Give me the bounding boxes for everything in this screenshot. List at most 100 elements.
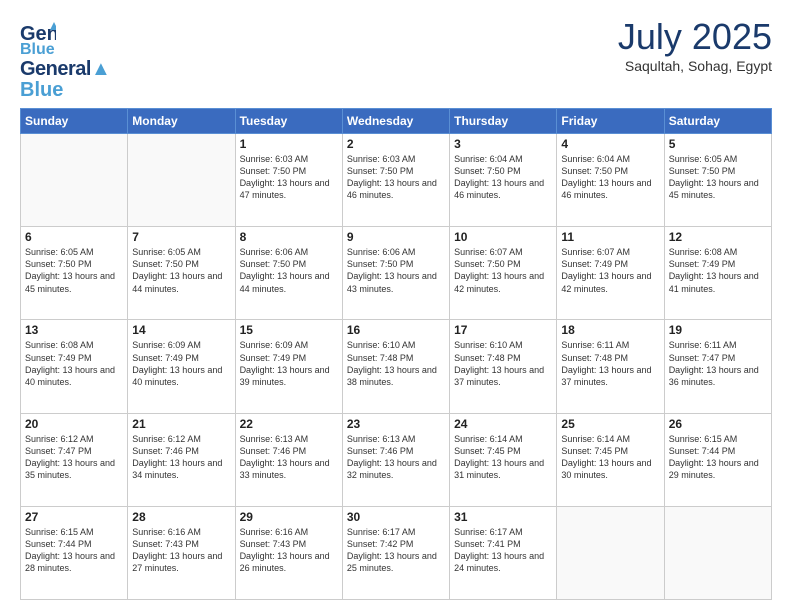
calendar-cell: 16Sunrise: 6:10 AM Sunset: 7:48 PM Dayli… <box>342 320 449 413</box>
day-info: Sunrise: 6:11 AM Sunset: 7:48 PM Dayligh… <box>561 339 659 388</box>
calendar-cell: 31 Sunrise: 6:17 AM Sunset: 7:41 PM Dayli… <box>450 506 557 599</box>
calendar-cell: 14 Sunrise: 6:09 AM Sunset: 7:49 PM Dayli… <box>128 320 235 413</box>
day-number: 31 <box>454 510 552 524</box>
calendar-cell: 18Sunrise: 6:11 AM Sunset: 7:48 PM Dayli… <box>557 320 664 413</box>
day-info: Sunrise: 6:08 AM Sunset: 7:49 PM Dayligh… <box>669 246 767 295</box>
day-number: 12 <box>669 230 767 244</box>
calendar-cell: 22 Sunrise: 6:13 AM Sunset: 7:46 PM Dayli… <box>235 413 342 506</box>
day-info: Sunrise: 6:04 AM Sunset: 7:50 PM Dayligh… <box>454 153 552 202</box>
header: General Blue General▲ Blue July 2025 Saq… <box>20 16 772 100</box>
month-title: July 2025 <box>618 16 772 58</box>
day-number: 13 <box>25 323 123 337</box>
calendar-cell <box>664 506 771 599</box>
day-number: 17 <box>454 323 552 337</box>
day-number: 23 <box>347 417 445 431</box>
day-info: Sunrise: 6:03 AM Sunset: 7:50 PM Dayligh… <box>240 153 338 202</box>
calendar-cell: 19 Sunrise: 6:11 AM Sunset: 7:47 PM Dayli… <box>664 320 771 413</box>
day-header-tuesday: Tuesday <box>235 109 342 134</box>
calendar-cell: 8Sunrise: 6:06 AM Sunset: 7:50 PM Daylig… <box>235 227 342 320</box>
day-info: Sunrise: 6:17 AM Sunset: 7:41 PM Dayligh… <box>454 526 552 575</box>
calendar-cell: 11Sunrise: 6:07 AM Sunset: 7:49 PM Dayli… <box>557 227 664 320</box>
day-number: 1 <box>240 137 338 151</box>
logo-icon: General Blue <box>20 20 56 56</box>
calendar-cell: 9Sunrise: 6:06 AM Sunset: 7:50 PM Daylig… <box>342 227 449 320</box>
calendar-cell: 15 Sunrise: 6:09 AM Sunset: 7:49 PM Dayli… <box>235 320 342 413</box>
calendar-week-row: 6Sunrise: 6:05 AM Sunset: 7:50 PM Daylig… <box>21 227 772 320</box>
calendar-cell: 4Sunrise: 6:04 AM Sunset: 7:50 PM Daylig… <box>557 134 664 227</box>
calendar-cell: 5 Sunrise: 6:05 AM Sunset: 7:50 PM Daylig… <box>664 134 771 227</box>
calendar-cell: 24 Sunrise: 6:14 AM Sunset: 7:45 PM Dayli… <box>450 413 557 506</box>
title-block: July 2025 Saqultah, Sohag, Egypt <box>618 16 772 74</box>
day-number: 27 <box>25 510 123 524</box>
day-info: Sunrise: 6:13 AM Sunset: 7:46 PM Dayligh… <box>347 433 445 482</box>
calendar-cell: 29Sunrise: 6:16 AM Sunset: 7:43 PM Dayli… <box>235 506 342 599</box>
day-header-saturday: Saturday <box>664 109 771 134</box>
day-info: Sunrise: 6:15 AM Sunset: 7:44 PM Dayligh… <box>669 433 767 482</box>
day-number: 5 <box>669 137 767 151</box>
day-info: Sunrise: 6:10 AM Sunset: 7:48 PM Dayligh… <box>454 339 552 388</box>
day-number: 14 <box>132 323 230 337</box>
day-info: Sunrise: 6:09 AM Sunset: 7:49 PM Dayligh… <box>240 339 338 388</box>
calendar-cell: 12 Sunrise: 6:08 AM Sunset: 7:49 PM Dayli… <box>664 227 771 320</box>
day-info: Sunrise: 6:05 AM Sunset: 7:50 PM Dayligh… <box>669 153 767 202</box>
day-info: Sunrise: 6:12 AM Sunset: 7:47 PM Dayligh… <box>25 433 123 482</box>
calendar-week-row: 27 Sunrise: 6:15 AM Sunset: 7:44 PM Dayli… <box>21 506 772 599</box>
calendar-week-row: 13 Sunrise: 6:08 AM Sunset: 7:49 PM Dayli… <box>21 320 772 413</box>
calendar-cell: 28 Sunrise: 6:16 AM Sunset: 7:43 PM Dayli… <box>128 506 235 599</box>
day-header-monday: Monday <box>128 109 235 134</box>
calendar-cell: 6Sunrise: 6:05 AM Sunset: 7:50 PM Daylig… <box>21 227 128 320</box>
day-info: Sunrise: 6:05 AM Sunset: 7:50 PM Dayligh… <box>25 246 123 295</box>
calendar-cell: 1 Sunrise: 6:03 AM Sunset: 7:50 PM Daylig… <box>235 134 342 227</box>
location: Saqultah, Sohag, Egypt <box>618 58 772 74</box>
day-info: Sunrise: 6:14 AM Sunset: 7:45 PM Dayligh… <box>454 433 552 482</box>
logo-general: General <box>20 58 91 80</box>
day-number: 8 <box>240 230 338 244</box>
calendar-week-row: 1 Sunrise: 6:03 AM Sunset: 7:50 PM Daylig… <box>21 134 772 227</box>
day-number: 28 <box>132 510 230 524</box>
day-header-wednesday: Wednesday <box>342 109 449 134</box>
day-number: 24 <box>454 417 552 431</box>
svg-text:Blue: Blue <box>20 41 55 56</box>
calendar-week-row: 20 Sunrise: 6:12 AM Sunset: 7:47 PM Dayli… <box>21 413 772 506</box>
day-number: 20 <box>25 417 123 431</box>
calendar-cell <box>21 134 128 227</box>
logo-triangle-shape: ▲ <box>91 58 110 80</box>
calendar-table: SundayMondayTuesdayWednesdayThursdayFrid… <box>20 108 772 600</box>
calendar-cell: 27 Sunrise: 6:15 AM Sunset: 7:44 PM Dayli… <box>21 506 128 599</box>
day-info: Sunrise: 6:09 AM Sunset: 7:49 PM Dayligh… <box>132 339 230 388</box>
day-header-sunday: Sunday <box>21 109 128 134</box>
day-info: Sunrise: 6:15 AM Sunset: 7:44 PM Dayligh… <box>25 526 123 575</box>
page: General Blue General▲ Blue July 2025 Saq… <box>0 0 792 612</box>
logo-blue: Blue <box>20 80 63 100</box>
day-info: Sunrise: 6:03 AM Sunset: 7:50 PM Dayligh… <box>347 153 445 202</box>
day-number: 15 <box>240 323 338 337</box>
day-info: Sunrise: 6:06 AM Sunset: 7:50 PM Dayligh… <box>347 246 445 295</box>
calendar-cell: 3 Sunrise: 6:04 AM Sunset: 7:50 PM Daylig… <box>450 134 557 227</box>
calendar-cell <box>557 506 664 599</box>
day-number: 16 <box>347 323 445 337</box>
day-number: 10 <box>454 230 552 244</box>
logo: General Blue General▲ Blue <box>20 20 110 100</box>
day-number: 3 <box>454 137 552 151</box>
day-info: Sunrise: 6:16 AM Sunset: 7:43 PM Dayligh… <box>132 526 230 575</box>
day-number: 25 <box>561 417 659 431</box>
calendar-cell: 30Sunrise: 6:17 AM Sunset: 7:42 PM Dayli… <box>342 506 449 599</box>
day-info: Sunrise: 6:13 AM Sunset: 7:46 PM Dayligh… <box>240 433 338 482</box>
day-info: Sunrise: 6:07 AM Sunset: 7:49 PM Dayligh… <box>561 246 659 295</box>
calendar-header-row: SundayMondayTuesdayWednesdayThursdayFrid… <box>21 109 772 134</box>
day-number: 2 <box>347 137 445 151</box>
day-number: 30 <box>347 510 445 524</box>
day-number: 29 <box>240 510 338 524</box>
day-number: 22 <box>240 417 338 431</box>
calendar-cell: 10Sunrise: 6:07 AM Sunset: 7:50 PM Dayli… <box>450 227 557 320</box>
calendar-cell: 25Sunrise: 6:14 AM Sunset: 7:45 PM Dayli… <box>557 413 664 506</box>
calendar-cell <box>128 134 235 227</box>
day-info: Sunrise: 6:08 AM Sunset: 7:49 PM Dayligh… <box>25 339 123 388</box>
calendar-cell: 7Sunrise: 6:05 AM Sunset: 7:50 PM Daylig… <box>128 227 235 320</box>
day-number: 19 <box>669 323 767 337</box>
calendar-cell: 20 Sunrise: 6:12 AM Sunset: 7:47 PM Dayli… <box>21 413 128 506</box>
day-info: Sunrise: 6:05 AM Sunset: 7:50 PM Dayligh… <box>132 246 230 295</box>
day-info: Sunrise: 6:11 AM Sunset: 7:47 PM Dayligh… <box>669 339 767 388</box>
day-header-thursday: Thursday <box>450 109 557 134</box>
calendar-cell: 23 Sunrise: 6:13 AM Sunset: 7:46 PM Dayli… <box>342 413 449 506</box>
